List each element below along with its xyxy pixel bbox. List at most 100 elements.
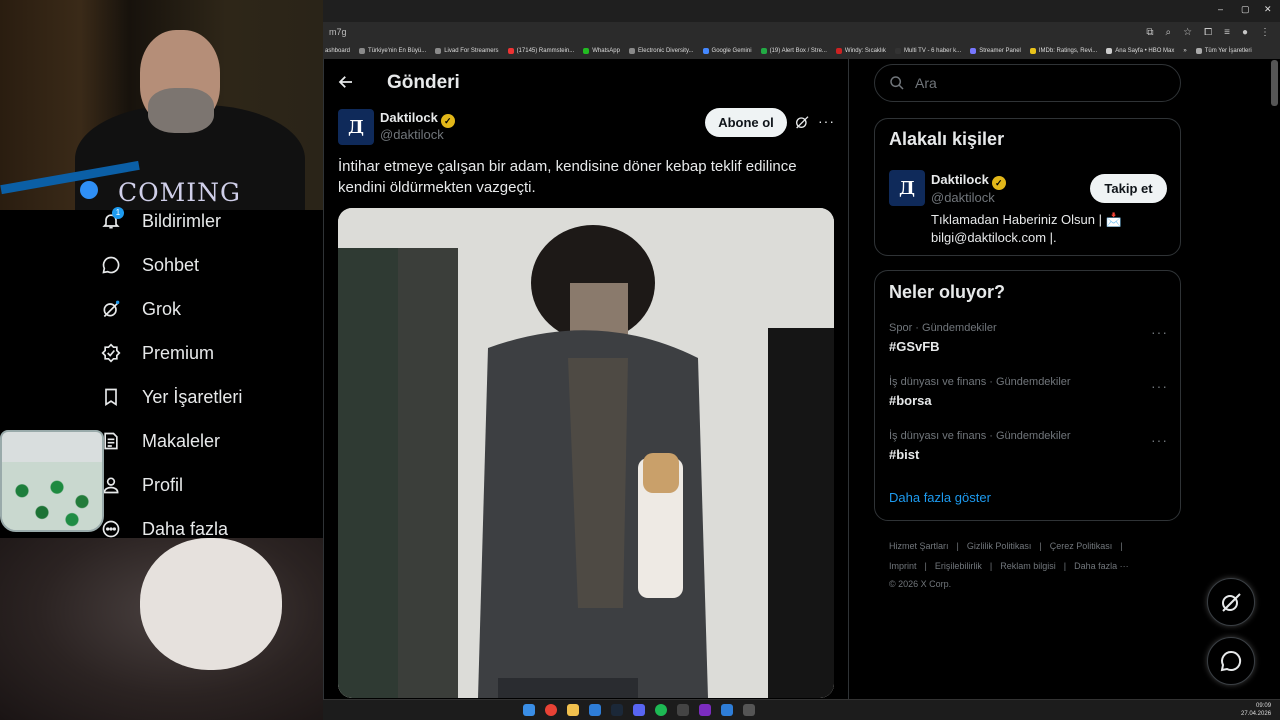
copyright: © 2026 X Corp. [889, 579, 952, 589]
footer-separator: | [1039, 541, 1042, 551]
subscribe-button[interactable]: Abone ol [705, 108, 787, 137]
start-icon[interactable] [523, 704, 535, 716]
footer-link-accessibility[interactable]: Erişilebilirlik [935, 561, 982, 571]
minimize-button[interactable]: – [1218, 4, 1223, 14]
close-window-button[interactable]: ✕ [1264, 4, 1272, 15]
author-name[interactable]: Daktilock ✓ [380, 110, 455, 128]
extensions-icon[interactable]: ⧠ [1204, 27, 1212, 38]
url-text[interactable]: m7g [323, 27, 1146, 37]
clock[interactable]: 09:09 27.04.2026 [1241, 702, 1271, 718]
more-options-icon[interactable]: ··· [1151, 324, 1168, 340]
maximize-button[interactable]: ▢ [1241, 4, 1250, 15]
avatar[interactable]: Д [889, 170, 925, 206]
scrollbar[interactable] [1271, 60, 1278, 106]
grok-icon [1222, 593, 1241, 612]
overlay-text: COMING [118, 178, 241, 207]
sidebar-item-articles[interactable]: Makaleler [100, 424, 300, 458]
app-icon[interactable] [743, 704, 755, 716]
verified-icon [100, 342, 122, 364]
footer-link-imprint[interactable]: Imprint [889, 561, 917, 571]
profile-icon[interactable]: ● [1242, 27, 1248, 38]
bookmark-item[interactable]: (17145) Rammstein... [507, 47, 574, 54]
media-icon[interactable]: ≡ [1224, 27, 1230, 38]
app-icon[interactable] [677, 704, 689, 716]
sidebar-item-label: Bildirimler [142, 210, 222, 231]
sidebar-item-label: Grok [142, 298, 182, 319]
author-handle[interactable]: @daktilock [380, 127, 444, 142]
grok-icon[interactable] [794, 114, 810, 135]
app-icon[interactable] [589, 704, 601, 716]
more-options-icon[interactable]: ··· [818, 113, 835, 129]
related-name[interactable]: Daktilock ✓ [931, 172, 1006, 190]
post-image[interactable] [338, 208, 834, 698]
bookmark-item[interactable]: Electronic Diversity... [628, 47, 694, 54]
bookmark-item[interactable]: Streamer Panel [970, 47, 1021, 54]
chat-icon [1220, 650, 1242, 672]
footer-separator: | [1120, 541, 1123, 551]
favicon-icon [583, 47, 590, 54]
favicon-icon [760, 47, 767, 54]
sidebar-item-notifications[interactable]: 1 Bildirimler [100, 204, 300, 238]
follow-button[interactable]: Takip et [1090, 174, 1167, 203]
explorer-icon[interactable] [567, 704, 579, 716]
footer-link-terms[interactable]: Hizmet Şartları [889, 541, 949, 551]
more-options-icon[interactable]: ··· [1151, 432, 1168, 448]
star-icon[interactable]: ☆ [1183, 27, 1192, 38]
avatar[interactable]: Д [338, 109, 374, 145]
favicon-icon [628, 47, 635, 54]
bookmark-item[interactable]: Türkiye'nin En Büyü... [359, 47, 426, 54]
trend-item[interactable]: İş dünyası ve finans · Gündemdekiler #bi… [889, 430, 1169, 470]
app-icon[interactable] [699, 704, 711, 716]
footer-separator: | [989, 561, 993, 571]
webcam-overlay-bottom [0, 538, 323, 720]
discord-icon[interactable] [633, 704, 645, 716]
bookmarks-overflow[interactable]: » [1183, 48, 1186, 54]
bookmark-item[interactable]: Ana Sayfa • HBO Max [1106, 47, 1174, 54]
menu-icon[interactable]: ⋮ [1260, 27, 1270, 38]
bookmark-item[interactable]: IMDb: Ratings, Revi... [1029, 47, 1097, 54]
sidebar-item-label: Yer İşaretleri [142, 386, 243, 407]
bookmark-item[interactable]: Google Gemini [702, 47, 752, 54]
all-bookmarks[interactable]: Tüm Yer İşaretleri [1195, 47, 1252, 54]
bookmark-item[interactable]: Windy: Sıcaklık [835, 47, 886, 54]
bookmark-item[interactable]: Multi TV - 6 haber k... [894, 47, 961, 54]
more-options-icon[interactable]: ··· [1151, 378, 1168, 394]
sidebar-item-bookmarks[interactable]: Yer İşaretleri [100, 380, 300, 414]
spotify-icon[interactable] [655, 704, 667, 716]
webcam-overlay-jar [0, 430, 104, 532]
divider [323, 59, 324, 699]
sidebar-item-profile[interactable]: Profil [100, 468, 300, 502]
favicon-icon [359, 47, 366, 54]
bookmark-item[interactable]: WhatsApp [583, 47, 620, 54]
search-placeholder: Ara [915, 75, 937, 91]
bookmark-item[interactable]: Livad For Streamers [435, 47, 499, 54]
sidebar-item-grok[interactable]: Grok [100, 292, 300, 326]
address-bar[interactable]: m7g ⧉ ⌕ ☆ ⧠ ≡ ● ⋮ [323, 22, 1280, 42]
steam-icon[interactable] [611, 704, 623, 716]
sidebar-item-premium[interactable]: Premium [100, 336, 300, 370]
install-icon[interactable]: ⧉ [1146, 27, 1153, 38]
footer-links-row1: Hizmet Şartları | Gizlilik Politikası | … [889, 541, 1123, 551]
favicon-icon [507, 47, 514, 54]
app-icon[interactable] [721, 704, 733, 716]
messages-fab-button[interactable] [1207, 637, 1255, 685]
bookmark-item[interactable]: ashboard [325, 48, 350, 54]
zoom-icon[interactable]: ⌕ [1166, 27, 1172, 38]
related-handle[interactable]: @daktilock [931, 190, 995, 205]
trend-item[interactable]: İş dünyası ve finans · Gündemdekiler #bo… [889, 376, 1169, 416]
footer-links-row2: Imprint | Erişilebilirlik | Reklam bilgi… [889, 561, 1129, 571]
footer-link-privacy[interactable]: Gizlilik Politikası [967, 541, 1032, 551]
chrome-icon[interactable] [545, 704, 557, 716]
back-arrow-icon[interactable] [337, 73, 355, 96]
trend-item[interactable]: Spor · Gündemdekiler #GSvFB [889, 322, 1169, 362]
sidebar-item-chat[interactable]: Sohbet [100, 248, 300, 282]
search-input[interactable]: Ara [874, 64, 1181, 102]
footer-link-more[interactable]: Daha fazla ··· [1074, 561, 1129, 571]
show-more-link[interactable]: Daha fazla göster [889, 490, 991, 505]
grok-fab-button[interactable] [1207, 578, 1255, 626]
page-title: Gönderi [387, 72, 460, 93]
bookmark-item[interactable]: (19) Alert Box / Stre... [760, 47, 827, 54]
favicon-icon [894, 47, 901, 54]
footer-link-cookies[interactable]: Çerez Politikası [1050, 541, 1113, 551]
footer-link-ads-info[interactable]: Reklam bilgisi [1000, 561, 1056, 571]
